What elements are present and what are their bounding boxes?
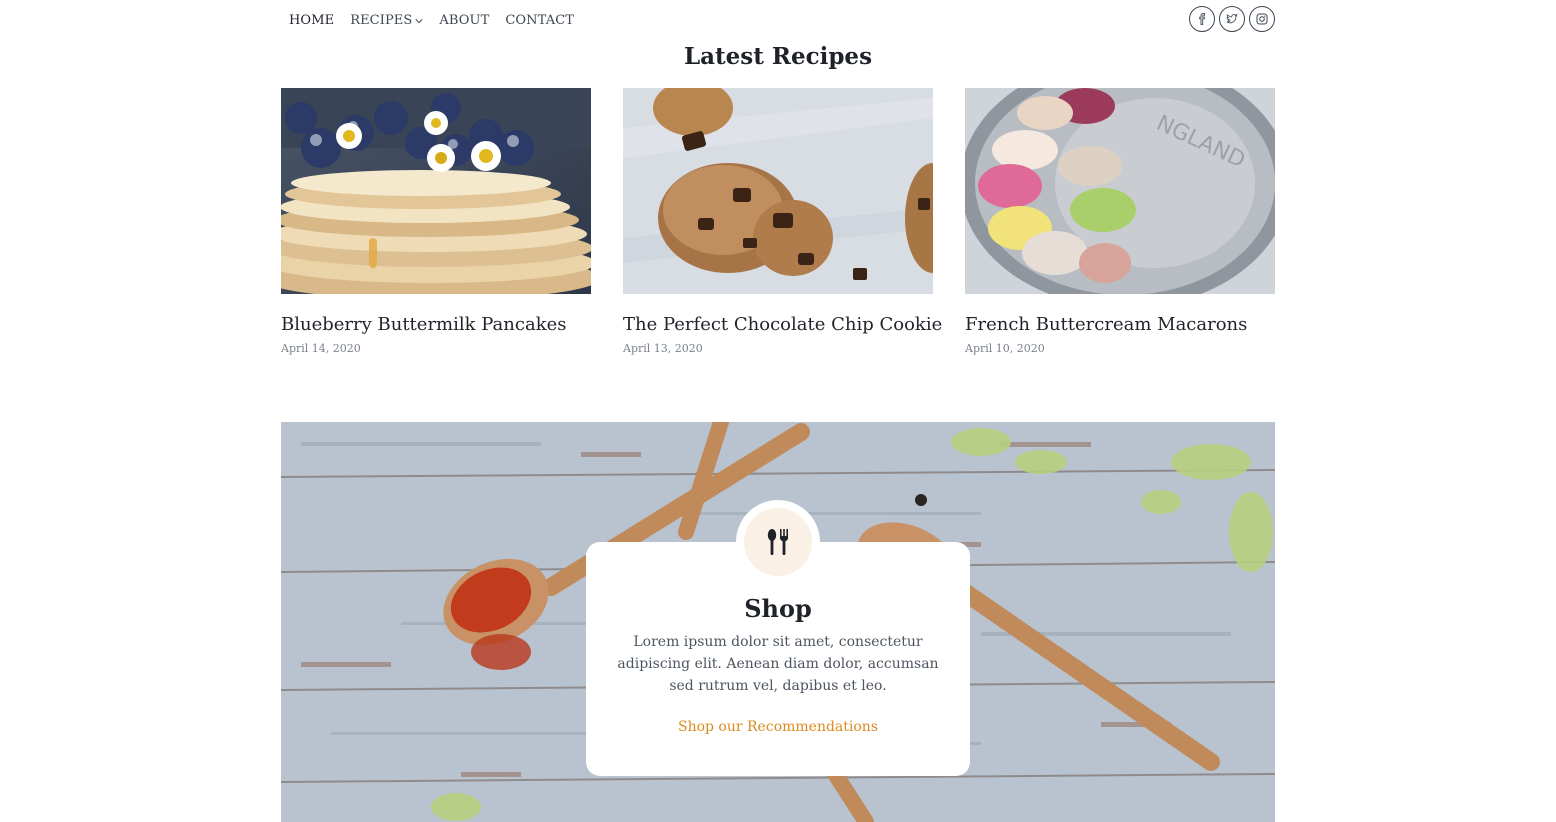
shop-icon-badge <box>744 508 812 576</box>
recipe-date: April 14, 2020 <box>281 342 361 355</box>
shop-description: Lorem ipsum dolor sit amet, consectetur … <box>617 634 939 694</box>
recipe-card[interactable]: NGLAND French Buttercream Macarons April… <box>965 88 1275 355</box>
facebook-icon <box>1199 13 1206 25</box>
nav-links: HOME RECIPES ABOUT CONTACT <box>289 13 590 28</box>
instagram-icon <box>1256 13 1268 25</box>
shop-banner: Shop Lorem ipsum dolor sit amet, consect… <box>281 422 1275 822</box>
twitter-icon <box>1226 13 1238 24</box>
recipe-title[interactable]: The Perfect Chocolate Chip Cookie <box>623 314 942 335</box>
latest-recipes-title: Latest Recipes <box>683 43 873 70</box>
nav-recipes[interactable]: RECIPES <box>350 13 423 28</box>
macarons-photo[interactable]: NGLAND <box>965 88 1275 294</box>
social-links <box>1189 6 1275 32</box>
cookies-photo[interactable] <box>623 88 933 294</box>
main-nav: HOME RECIPES ABOUT CONTACT <box>281 0 1275 42</box>
chevron-down-icon <box>415 18 423 23</box>
utensils-icon <box>767 529 788 555</box>
twitter-link[interactable] <box>1219 6 1245 32</box>
shop-icon-circle <box>736 500 820 584</box>
shop-card: Shop Lorem ipsum dolor sit amet, consect… <box>586 500 970 776</box>
shop-title: Shop <box>744 594 812 623</box>
nav-home[interactable]: HOME <box>289 13 334 28</box>
recipe-card[interactable]: The Perfect Chocolate Chip Cookie April … <box>623 88 942 355</box>
nav-contact[interactable]: CONTACT <box>505 13 574 28</box>
shop-recommendations-link[interactable]: Shop our Recommendations <box>678 719 878 735</box>
pancakes-photo[interactable] <box>281 88 591 294</box>
recipe-title[interactable]: Blueberry Buttermilk Pancakes <box>281 314 591 335</box>
nav-home-label: HOME <box>289 13 335 28</box>
nav-contact-label: CONTACT <box>505 13 575 28</box>
facebook-link[interactable] <box>1189 6 1215 32</box>
recipe-date: April 13, 2020 <box>623 342 703 355</box>
instagram-link[interactable] <box>1249 6 1275 32</box>
nav-recipes-label: RECIPES <box>350 13 413 28</box>
recipe-title[interactable]: French Buttercream Macarons <box>965 314 1275 335</box>
nav-about-label: ABOUT <box>439 13 490 28</box>
nav-about[interactable]: ABOUT <box>439 13 489 28</box>
recipe-card[interactable]: Blueberry Buttermilk Pancakes April 14, … <box>281 88 591 355</box>
recipe-date: April 10, 2020 <box>965 342 1045 355</box>
